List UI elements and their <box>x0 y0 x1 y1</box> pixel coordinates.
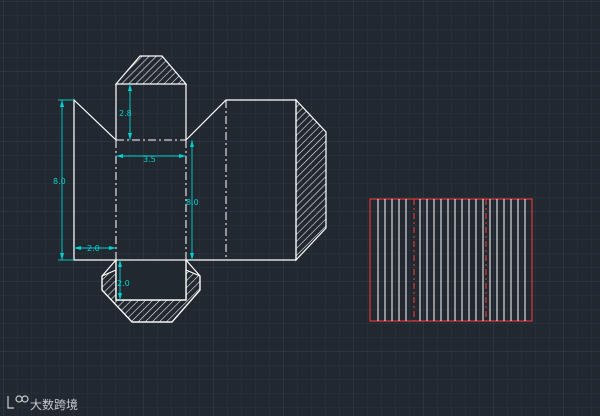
watermark-text: 大数跨境 <box>30 397 78 412</box>
dim-label-width-left: 2.0 <box>87 244 100 253</box>
dim-label-width-center: 3.5 <box>143 155 156 164</box>
dim-label-height-overall: 8.0 <box>53 177 66 186</box>
dim-label-height-right: 8.0 <box>186 198 199 207</box>
dim-label-top-flap: 2.8 <box>119 109 132 118</box>
cad-drawing-canvas[interactable]: 8.0 2.8 3.5 8.0 2.0 2.0 大数跨境 <box>0 0 600 416</box>
dim-label-bottom-flap: 2.0 <box>117 279 130 288</box>
drawing-svg[interactable]: 8.0 2.8 3.5 8.0 2.0 2.0 大数跨境 <box>0 0 600 416</box>
